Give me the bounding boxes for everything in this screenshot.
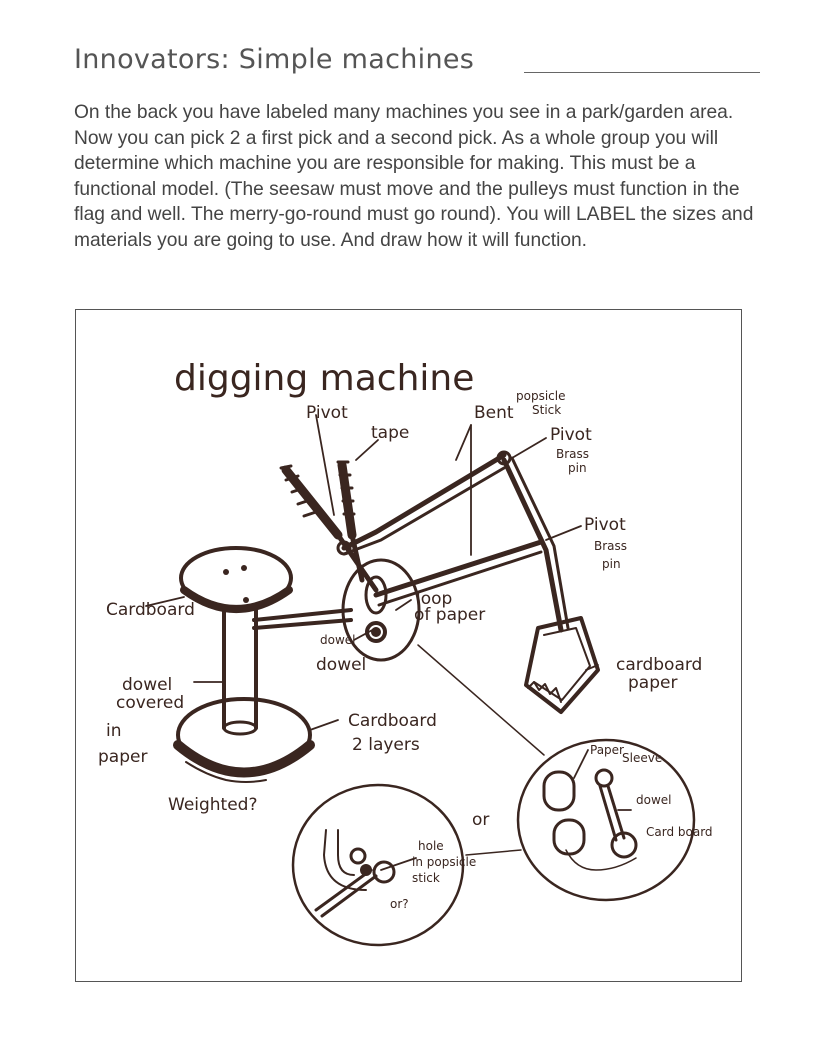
label-or-q: or? (390, 897, 409, 911)
label-hole: hole (418, 839, 444, 853)
label-stick-or: stick (412, 871, 440, 885)
label-pin-1: pin (568, 461, 587, 475)
label-covered: covered (116, 693, 184, 713)
base-cardboard (173, 697, 315, 783)
label-paper-sleeve: Paper (590, 743, 624, 757)
label-pivot-right-1: Pivot (550, 425, 592, 445)
upper-arm (341, 452, 507, 551)
label-in-popsicle: in popsicle (412, 855, 476, 869)
label-dowel-right: dowel (636, 793, 672, 807)
drawing-frame: digging machine Pivot tape Bent popsicle… (75, 309, 742, 982)
label-bent: Bent (474, 403, 514, 423)
label-or: or (472, 810, 489, 830)
label-tape: tape (371, 423, 409, 443)
label-in: in (106, 721, 122, 741)
label-brass-1: Brass (556, 447, 589, 461)
boom (252, 608, 353, 630)
page-title: Innovators: Simple machines (74, 44, 475, 75)
label-of-paper: of paper (414, 605, 485, 625)
top-cardboard-disc (179, 546, 293, 613)
label-pin-2: pin (602, 557, 621, 571)
label-card-board: Card board (646, 825, 713, 839)
label-two-layers: 2 layers (352, 735, 420, 755)
instructions-text: On the back you have labeled many machin… (74, 102, 754, 251)
label-popsicle: popsicle (516, 389, 565, 403)
sketch-title: digging machine (174, 358, 474, 399)
label-weighted: Weighted? (168, 795, 258, 815)
label-pivot-top: Pivot (306, 403, 348, 423)
label-stick: Stick (532, 403, 561, 417)
digging-machine-sketch: digging machine Pivot tape Bent popsicle… (98, 358, 713, 947)
label-dowel-covered: dowel (122, 675, 172, 695)
label-pivot-right-2: Pivot (584, 515, 626, 535)
detail-circle-right (516, 738, 696, 902)
label-sleeve: Sleeve (622, 751, 662, 765)
label-cardboard-bottom: Cardboard (348, 711, 437, 731)
label-dowel-small: dowel (320, 633, 356, 647)
label-cardboard-paper-2: paper (628, 673, 677, 693)
name-line (524, 72, 760, 73)
label-brass-2: Brass (594, 539, 627, 553)
label-paper: paper (98, 747, 147, 767)
dowel-column (222, 608, 258, 730)
label-cardboard-paper-1: cardboard (616, 655, 702, 675)
label-dowel-big: dowel (316, 655, 366, 675)
label-cardboard-left: Cardboard (106, 600, 195, 620)
